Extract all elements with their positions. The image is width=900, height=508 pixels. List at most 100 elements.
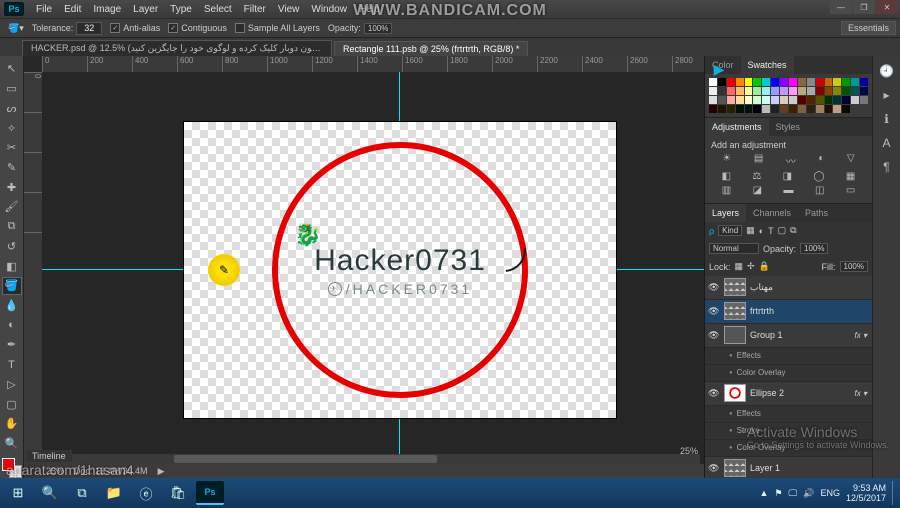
layer-row[interactable]: ●Color Overlay (705, 440, 872, 457)
layer-row[interactable]: 👁مهتاب (705, 276, 872, 300)
stamp-tool[interactable]: ⧉ (2, 218, 22, 236)
swatch[interactable] (825, 105, 833, 113)
adj-curves[interactable]: 〰 (786, 153, 796, 168)
adj-levels[interactable]: ▤ (754, 153, 763, 168)
swatch[interactable] (718, 87, 726, 95)
paragraph-icon[interactable]: ¶ (883, 160, 889, 174)
actions-icon[interactable]: ▸ (883, 88, 889, 102)
adj-lookup[interactable]: ▥ (722, 185, 731, 196)
filter-smart-icon[interactable]: ⧉ (790, 225, 796, 236)
channels-tab[interactable]: Channels (746, 204, 798, 222)
swatch[interactable] (842, 78, 850, 86)
swatch[interactable] (833, 78, 841, 86)
swatch[interactable] (816, 78, 824, 86)
swatch[interactable] (709, 87, 717, 95)
brush-tool[interactable]: 🖌 (2, 198, 22, 216)
swatch[interactable] (718, 96, 726, 104)
swatch[interactable] (718, 105, 726, 113)
swatch[interactable] (851, 78, 859, 86)
layer-row[interactable]: ●Stroke (705, 423, 872, 440)
visibility-icon[interactable]: 👁 (708, 330, 720, 341)
move-tool[interactable]: ↖ (2, 60, 22, 78)
swatch[interactable] (816, 87, 824, 95)
menu-view[interactable]: View (272, 4, 306, 15)
swatch[interactable] (780, 87, 788, 95)
swatch[interactable] (807, 96, 815, 104)
swatches-tab[interactable]: Swatches (741, 56, 794, 74)
tray-arrow-icon[interactable]: ▲ (760, 488, 769, 498)
swatch[interactable] (745, 96, 753, 104)
healing-tool[interactable]: ✚ (2, 178, 22, 196)
swatch[interactable] (771, 87, 779, 95)
eraser-tool[interactable]: ◧ (2, 257, 22, 275)
swatch[interactable] (825, 78, 833, 86)
swatch[interactable] (798, 87, 806, 95)
swatch[interactable] (851, 96, 859, 104)
history-icon[interactable]: 🕘 (879, 64, 894, 78)
all-layers-checkbox[interactable] (235, 23, 245, 33)
swatch[interactable] (860, 78, 868, 86)
doc-tab-2[interactable]: Rectangle 111.psb @ 25% (frtrtrth, RGB/8… (334, 41, 528, 56)
fx-icon[interactable]: fx ▾ (855, 389, 867, 398)
menu-file[interactable]: File (30, 4, 58, 15)
lock-position-icon[interactable]: ✢ (747, 261, 755, 272)
color-swatch[interactable] (2, 458, 22, 478)
visibility-icon[interactable]: 👁 (708, 463, 720, 474)
swatch[interactable] (736, 96, 744, 104)
hand-tool[interactable]: ✋ (2, 415, 22, 433)
crop-tool[interactable]: ✂ (2, 139, 22, 157)
layer-opacity[interactable]: 100% (800, 243, 828, 254)
window-minimize[interactable]: — (830, 0, 852, 14)
layer-row[interactable]: ●Effects (705, 348, 872, 365)
adj-exposure[interactable]: ◐ (818, 153, 824, 168)
swatch[interactable] (833, 105, 841, 113)
swatch[interactable] (842, 96, 850, 104)
status-arrow[interactable]: ▶ (158, 466, 165, 477)
filter-type-icon[interactable]: T (768, 226, 774, 236)
swatch[interactable] (798, 78, 806, 86)
tray-volume-icon[interactable]: 🔊 (803, 488, 814, 499)
swatch[interactable] (807, 105, 815, 113)
menu-filter[interactable]: Filter (238, 4, 272, 15)
status-zoom[interactable]: 25% (46, 466, 64, 476)
swatch[interactable] (736, 87, 744, 95)
adjustments-tab[interactable]: Adjustments (705, 118, 769, 136)
blend-mode[interactable]: Normal (709, 243, 759, 254)
tray-display-icon[interactable]: 🖵 (789, 488, 798, 499)
menu-image[interactable]: Image (87, 4, 127, 15)
contiguous-checkbox[interactable]: ✓ (168, 23, 178, 33)
language-indicator[interactable]: ENG (820, 488, 840, 498)
swatch[interactable] (736, 78, 744, 86)
search-icon[interactable]: 🔍 (36, 481, 64, 505)
layer-row[interactable]: ●Color Overlay (705, 365, 872, 382)
swatch[interactable] (753, 87, 761, 95)
swatch[interactable] (727, 96, 735, 104)
layer-row[interactable]: 👁Ellipse 2fx ▾ (705, 382, 872, 406)
swatch[interactable] (762, 87, 770, 95)
visibility-icon[interactable]: 👁 (708, 282, 720, 293)
swatch[interactable] (727, 105, 735, 113)
doc-tab-1[interactable]: HACKER.psd @ 12.5% (بر روی آیکون دوبار ک… (22, 40, 332, 56)
magic-wand-tool[interactable]: ✧ (2, 119, 22, 137)
swatch[interactable] (816, 96, 824, 104)
swatch[interactable] (860, 87, 868, 95)
window-close[interactable]: ✕ (876, 0, 898, 14)
adj-mixer[interactable]: ▦ (846, 171, 855, 182)
window-restore[interactable]: ❐ (853, 0, 875, 14)
tolerance-input[interactable] (76, 22, 102, 35)
tray-flag-icon[interactable]: ⚑ (774, 488, 782, 499)
adj-bw[interactable]: ◨ (783, 171, 792, 182)
swatch[interactable] (860, 96, 868, 104)
swatch[interactable] (745, 105, 753, 113)
swatch[interactable] (709, 105, 717, 113)
swatch[interactable] (727, 87, 735, 95)
adj-brightness[interactable]: ☀ (722, 153, 731, 168)
kind-filter[interactable]: Kind (718, 225, 742, 236)
dodge-tool[interactable]: ◐ (2, 316, 22, 334)
swatch[interactable] (771, 78, 779, 86)
opacity-value[interactable]: 100% (364, 23, 392, 34)
styles-tab[interactable]: Styles (769, 118, 808, 136)
swatch[interactable] (851, 87, 859, 95)
swatch[interactable] (833, 96, 841, 104)
paths-tab[interactable]: Paths (798, 204, 835, 222)
